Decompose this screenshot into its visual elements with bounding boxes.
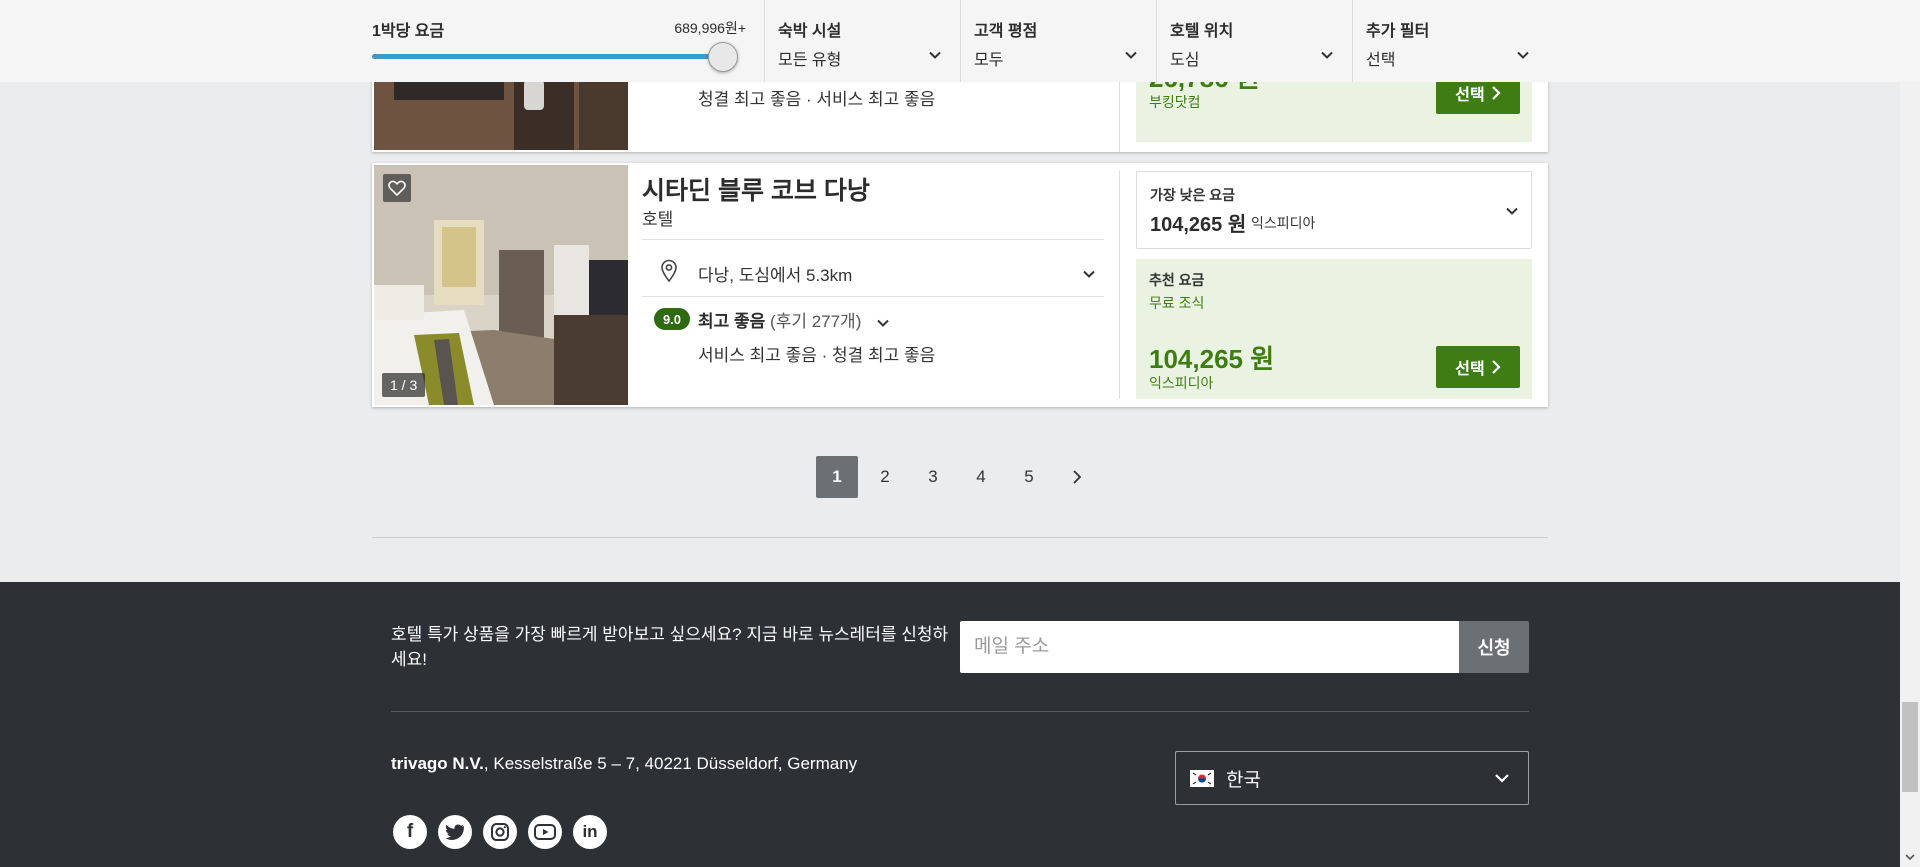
offer-price: 104,265 원 [1149,344,1275,374]
youtube-icon[interactable] [528,815,562,849]
facebook-icon[interactable]: f [393,815,427,849]
favorite-button[interactable] [383,174,411,202]
lowest-price-site: 익스피디아 [1251,215,1316,231]
select-button[interactable]: 선택 [1436,346,1520,388]
address-text: , Kesselstraße 5 – 7, 40221 Düsseldorf, … [483,754,858,773]
hotel-location-filter[interactable]: 호텔 위치 도심 [1156,0,1352,82]
twitter-icon[interactable] [438,815,472,849]
guest-rating-filter[interactable]: 고객 평점 모두 [960,0,1156,82]
chevron-right-icon [1491,86,1501,100]
pagination: 1 2 3 4 5 [816,456,1098,498]
hotel-room-image [374,165,628,405]
instagram-icon[interactable] [483,815,517,849]
social-links: f in [393,815,607,849]
price-slider-handle[interactable] [707,42,738,72]
company-name: trivago N.V. [391,754,484,773]
rating-summary[interactable]: 최고 좋음 (후기 277개) [698,307,890,332]
footer: 호텔 특가 상품을 가장 빠르게 받아보고 싶으세요? 지금 바로 뉴스레터를 … [0,582,1900,867]
price-filter-value: 689,996원+ [674,20,746,36]
select-button-label: 선택 [1455,361,1485,378]
sub-ratings: 청결 최고 좋음 · 서비스 최고 좋음 [698,90,936,109]
chevron-down-icon [1321,51,1333,59]
hotel-location-label: 호텔 위치 [1170,23,1234,40]
price-slider-track[interactable] [372,54,734,59]
recommended-offer[interactable]: 추천 요금 무료 조식 104,265 원 익스피디아 선택 [1136,259,1532,399]
chevron-down-icon [1495,774,1509,783]
price-filter-label: 1박당 요금 [372,23,445,40]
lowest-price-label: 가장 낮은 요금 [1150,187,1236,203]
page-3[interactable]: 3 [912,456,954,498]
sub-ratings: 서비스 최고 좋음 · 청결 최고 좋음 [698,346,936,365]
chevron-right-icon [1491,360,1501,374]
more-filters-value: 선택 [1366,52,1396,69]
hotel-type: 호텔 [642,210,674,229]
page-1[interactable]: 1 [816,456,858,498]
guest-rating-label: 고객 평점 [974,23,1038,40]
offer-site: 부킹닷컴 [1149,94,1201,110]
filter-bar: 1박당 요금 689,996원+ 숙박 시설 모든 유형 고객 평점 모두 호텔… [0,0,1920,82]
perk-text: 무료 조식 [1149,295,1205,311]
property-type-filter[interactable]: 숙박 시설 모든 유형 [764,0,960,82]
more-filters-label: 추가 필터 [1366,23,1430,40]
guest-rating-value: 모두 [974,52,1004,69]
scrollbar-thumb[interactable] [1902,702,1918,792]
page-4[interactable]: 4 [960,456,1002,498]
card-divider [1119,171,1120,399]
newsletter-text: 호텔 특가 상품을 가장 빠르게 받아보고 싶으세요? 지금 바로 뉴스레터를 … [391,625,949,669]
chevron-down-icon [1517,51,1529,59]
chevron-down-icon [929,51,941,59]
caret-down-icon [1905,854,1915,861]
property-type-value: 모든 유형 [778,52,842,69]
review-count: (후기 277개) [770,312,862,331]
chevron-down-icon [1506,207,1518,215]
company-address: trivago N.V., Kesselstraße 5 – 7, 40221 … [391,754,857,774]
divider [391,711,1529,712]
location-row[interactable]: 다낭, 도심에서 5.3km [642,255,1104,295]
scroll-down-button[interactable] [1900,847,1920,867]
korea-flag-icon [1190,769,1214,787]
language-select[interactable]: 한국 [1175,751,1529,805]
lowest-price-dropdown[interactable]: 가장 낮은 요금 104,265 원 익스피디아 [1136,171,1532,249]
chevron-down-icon [877,319,889,327]
linkedin-icon[interactable]: in [573,815,607,849]
language-value: 한국 [1226,769,1261,791]
recommended-label: 추천 요금 [1149,272,1205,288]
hotel-photo[interactable]: 1 / 3 [374,165,628,405]
property-type-label: 숙박 시설 [778,23,842,40]
next-page-button[interactable] [1056,456,1098,498]
offer-site: 익스피디아 [1149,375,1214,391]
rating-label: 최고 좋음 [698,312,766,331]
hotel-name[interactable]: 시타딘 블루 코브 다낭 [642,171,870,207]
photo-counter: 1 / 3 [382,373,426,397]
email-field[interactable] [960,621,1459,673]
lowest-price-value: 104,265 원 [1150,214,1247,236]
hotel-card: 1 / 3 시타딘 블루 코브 다낭 호텔 다낭, 도심에서 5.3km 9.0… [372,163,1548,407]
divider [642,239,1104,240]
scrollbar[interactable] [1900,0,1920,867]
divider [642,296,1104,297]
rating-badge: 9.0 [654,308,690,330]
price-filter[interactable]: 1박당 요금 689,996원+ [372,0,764,82]
location-text: 다낭, 도심에서 5.3km [698,266,853,285]
select-button-label: 선택 [1455,87,1485,104]
chevron-right-icon [1073,470,1082,484]
chevron-down-icon [1125,51,1137,59]
hotel-location-value: 도심 [1170,52,1200,69]
price-slider-fill [372,54,720,59]
page-2[interactable]: 2 [864,456,906,498]
divider [372,537,1548,538]
heart-icon [388,180,406,196]
more-filters[interactable]: 추가 필터 선택 [1352,0,1548,82]
subscribe-button[interactable]: 신청 [1459,621,1529,673]
map-pin-icon [661,259,677,283]
chevron-down-icon [1083,270,1095,278]
page-5[interactable]: 5 [1008,456,1050,498]
